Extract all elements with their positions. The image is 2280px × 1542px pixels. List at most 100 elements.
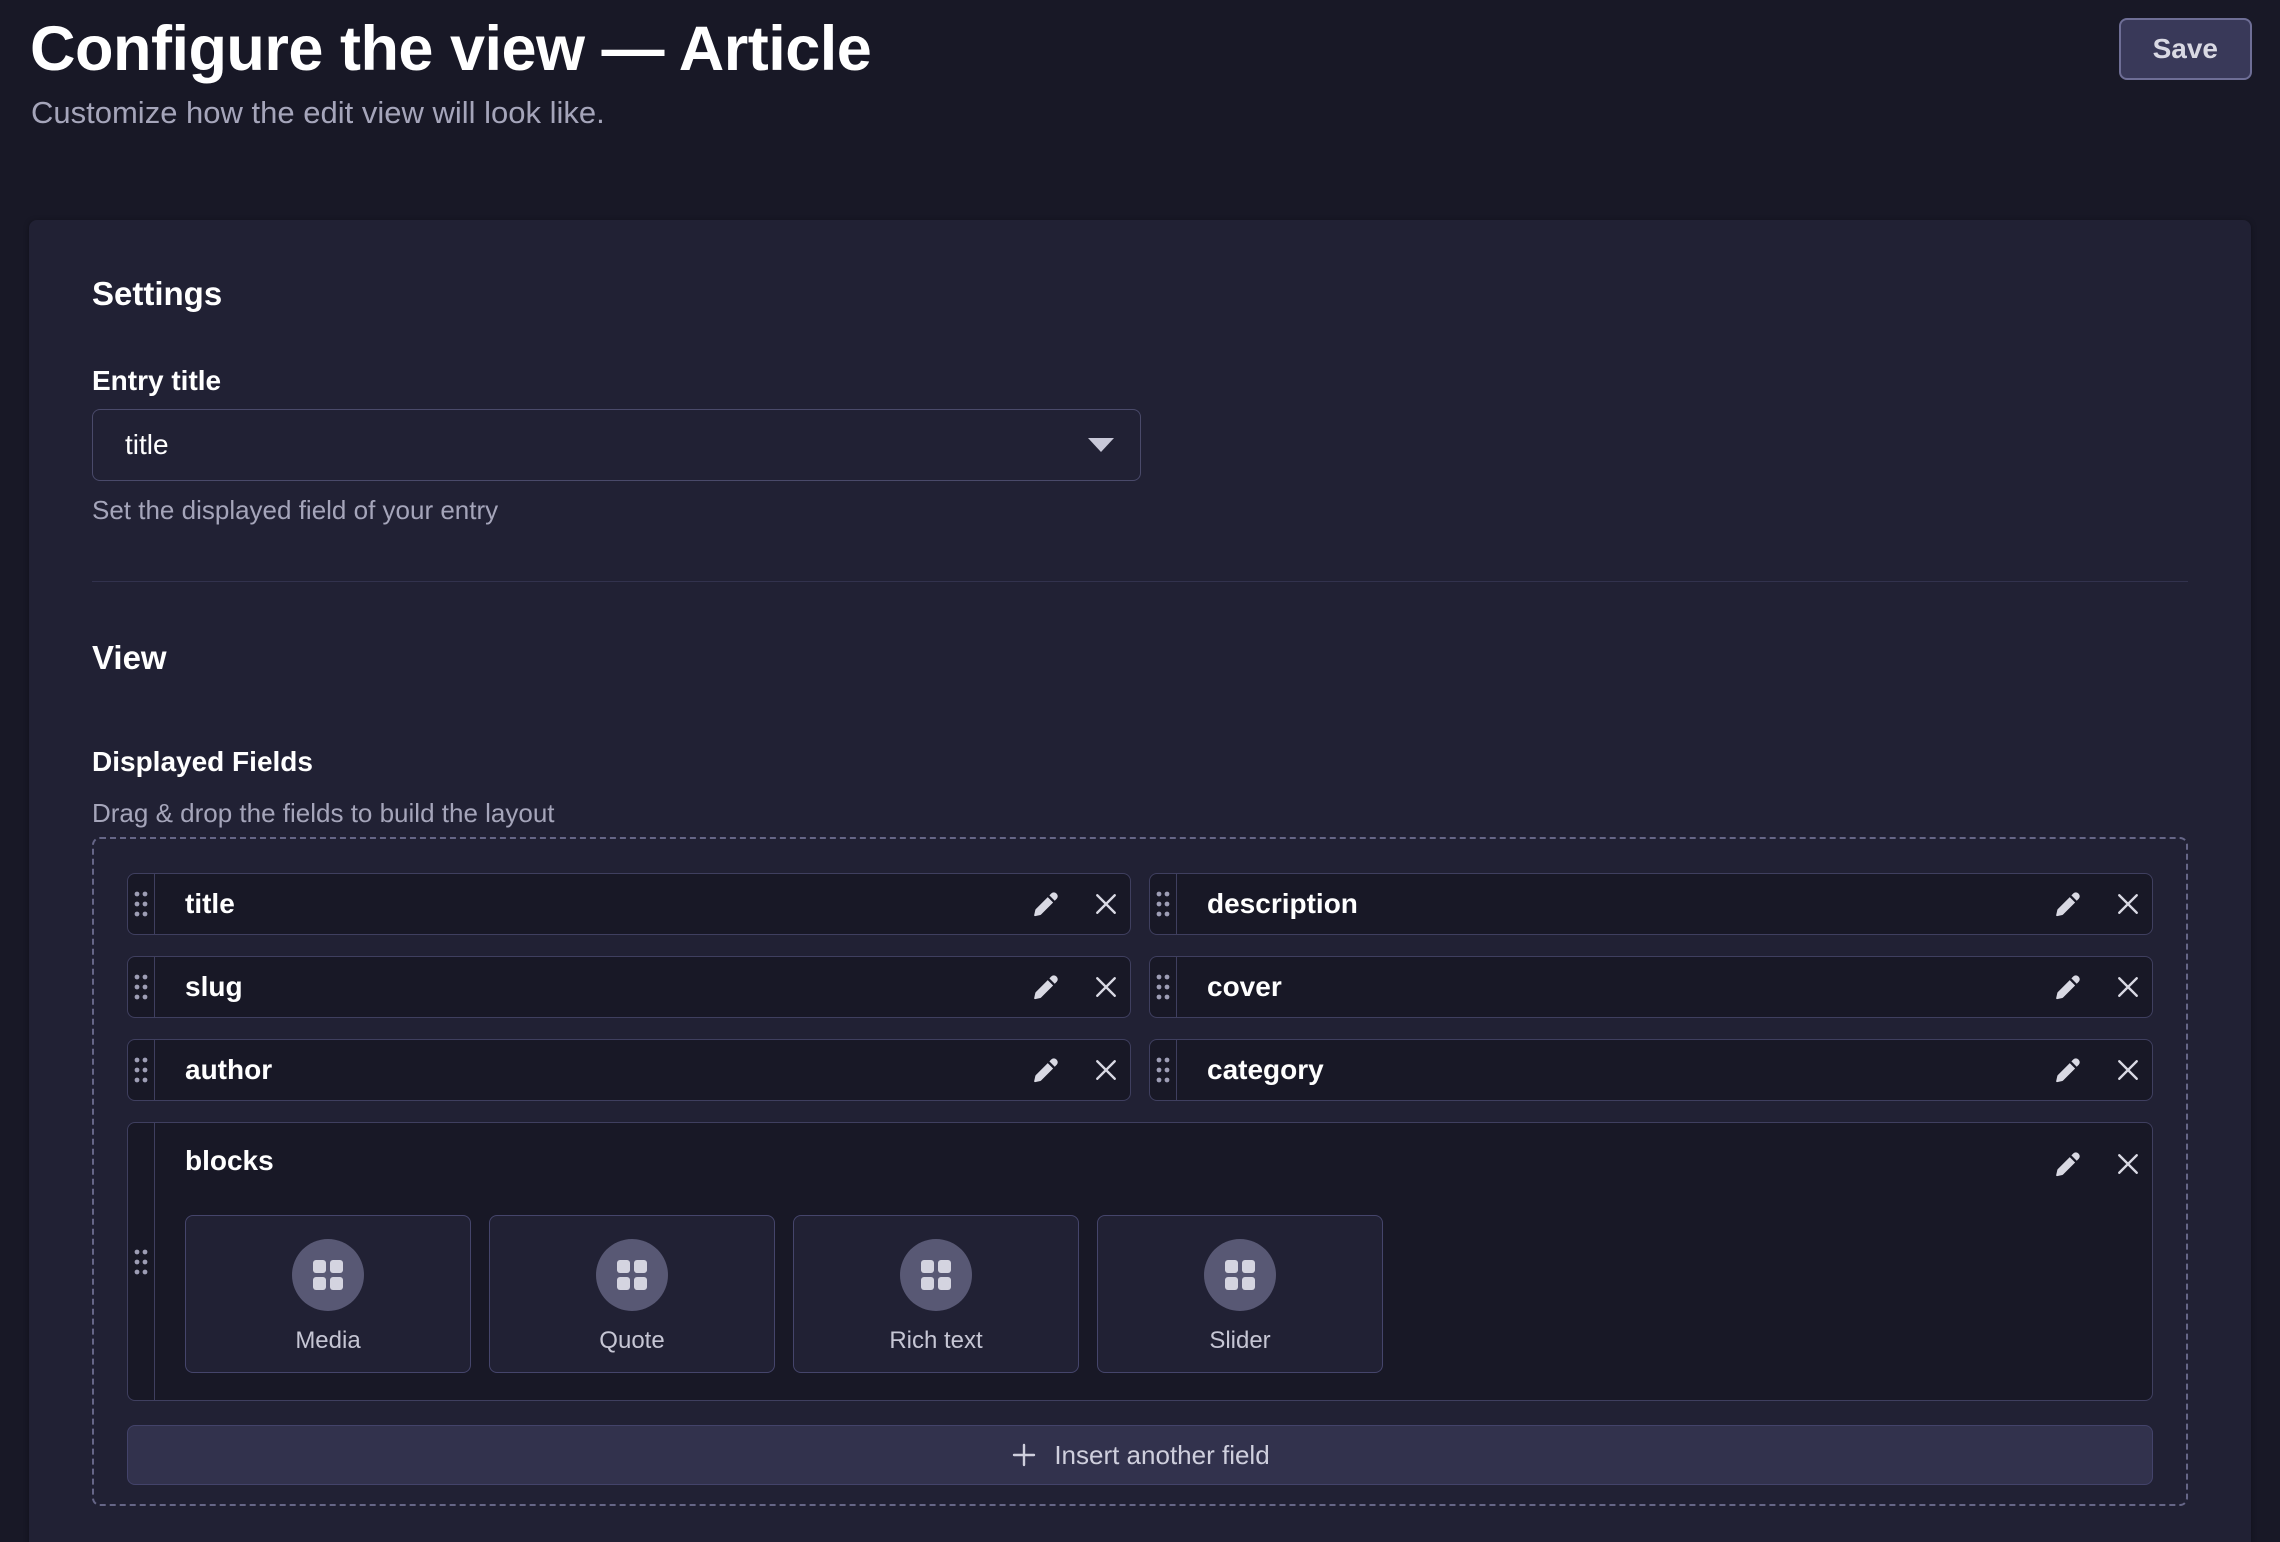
component-icon-circle	[900, 1239, 972, 1311]
drag-dots-icon	[131, 1246, 151, 1278]
field-row: cover	[1149, 956, 2153, 1018]
remove-field-button[interactable]	[1084, 882, 1128, 926]
pencil-icon	[2054, 973, 2082, 1001]
remove-field-button[interactable]	[2106, 965, 2150, 1009]
drag-dots-icon	[131, 971, 151, 1003]
drag-dots-icon	[1153, 888, 1173, 920]
close-icon	[2113, 972, 2143, 1002]
component-grid-icon	[313, 1260, 343, 1290]
component-grid-icon	[617, 1260, 647, 1290]
drag-handle[interactable]	[128, 874, 155, 934]
view-heading: View	[92, 639, 2188, 677]
remove-field-button[interactable]	[1084, 1048, 1128, 1092]
insert-another-field-button[interactable]: Insert another field	[127, 1425, 2153, 1485]
drag-dots-icon	[131, 888, 151, 920]
field-row-actions	[1024, 1040, 1130, 1100]
pencil-icon	[2054, 1150, 2082, 1178]
remove-field-button[interactable]	[2106, 1048, 2150, 1092]
configuration-panel: Settings Entry title title Set the displ…	[29, 220, 2251, 1542]
configure-view-page: Configure the view — Article Customize h…	[0, 0, 2280, 1542]
drag-handle[interactable]	[128, 957, 155, 1017]
field-row: title	[127, 873, 1131, 935]
drag-handle[interactable]	[1150, 874, 1177, 934]
field-name-label: category	[1177, 1040, 2046, 1100]
field-row-actions	[1024, 957, 1130, 1017]
entry-title-hint: Set the displayed field of your entry	[92, 495, 2188, 526]
edit-field-button[interactable]	[2046, 1142, 2090, 1186]
displayed-fields-hint: Drag & drop the fields to build the layo…	[92, 798, 2188, 829]
component-card[interactable]: Media	[185, 1215, 471, 1373]
page-header-text: Configure the view — Article Customize h…	[30, 16, 871, 131]
remove-field-button[interactable]	[1084, 965, 1128, 1009]
component-label: Quote	[599, 1327, 664, 1355]
page-header: Configure the view — Article Customize h…	[0, 0, 2280, 131]
dynamic-zone-content: blocks Media Quote	[155, 1123, 2046, 1400]
pencil-icon	[2054, 1056, 2082, 1084]
plus-icon	[1010, 1441, 1038, 1469]
dynamic-zone-name: blocks	[185, 1145, 2046, 1177]
insert-another-field-label: Insert another field	[1054, 1440, 1269, 1471]
close-icon	[2113, 1055, 2143, 1085]
component-grid-icon	[1225, 1260, 1255, 1290]
field-row-actions	[1024, 874, 1130, 934]
drag-handle[interactable]	[128, 1040, 155, 1100]
component-label: Slider	[1209, 1327, 1270, 1355]
drag-dots-icon	[1153, 1054, 1173, 1086]
field-row: category	[1149, 1039, 2153, 1101]
field-name-label: cover	[1177, 957, 2046, 1017]
edit-field-button[interactable]	[1024, 882, 1068, 926]
drag-dots-icon	[131, 1054, 151, 1086]
field-row: author	[127, 1039, 1131, 1101]
component-card[interactable]: Rich text	[793, 1215, 1079, 1373]
edit-field-button[interactable]	[2046, 965, 2090, 1009]
remove-field-button[interactable]	[2106, 882, 2150, 926]
component-label: Media	[295, 1327, 360, 1355]
edit-field-button[interactable]	[2046, 1048, 2090, 1092]
dynamic-zone-row: blocks Media Quote	[127, 1122, 2153, 1401]
dynamic-zone-actions	[2046, 1123, 2152, 1400]
fields-dropzone: title description	[92, 837, 2188, 1506]
field-name-label: slug	[155, 957, 1024, 1017]
component-card[interactable]: Slider	[1097, 1215, 1383, 1373]
drag-handle[interactable]	[128, 1123, 155, 1400]
edit-field-button[interactable]	[2046, 882, 2090, 926]
page-subtitle: Customize how the edit view will look li…	[31, 95, 871, 131]
drag-handle[interactable]	[1150, 957, 1177, 1017]
component-grid-icon	[921, 1260, 951, 1290]
field-row-actions	[2046, 1040, 2152, 1100]
close-icon	[1091, 1055, 1121, 1085]
components-list: Media Quote Rich text	[185, 1215, 2046, 1373]
component-card[interactable]: Quote	[489, 1215, 775, 1373]
close-icon	[2113, 1149, 2143, 1179]
field-name-label: title	[155, 874, 1024, 934]
pencil-icon	[2054, 890, 2082, 918]
entry-title-label: Entry title	[92, 365, 2188, 397]
field-row: description	[1149, 873, 2153, 935]
remove-field-button[interactable]	[2106, 1142, 2150, 1186]
component-icon-circle	[596, 1239, 668, 1311]
page-title: Configure the view — Article	[30, 16, 871, 82]
pencil-icon	[1032, 890, 1060, 918]
field-row: slug	[127, 956, 1131, 1018]
component-icon-circle	[1204, 1239, 1276, 1311]
drag-handle[interactable]	[1150, 1040, 1177, 1100]
field-name-label: description	[1177, 874, 2046, 934]
close-icon	[1091, 972, 1121, 1002]
component-icon-circle	[292, 1239, 364, 1311]
fields-grid: title description	[127, 873, 2153, 1401]
field-name-label: author	[155, 1040, 1024, 1100]
settings-heading: Settings	[92, 275, 2188, 313]
pencil-icon	[1032, 1056, 1060, 1084]
entry-title-select[interactable]: title	[92, 409, 1141, 481]
close-icon	[2113, 889, 2143, 919]
section-divider	[92, 581, 2188, 582]
entry-title-select-value: title	[125, 429, 169, 461]
edit-field-button[interactable]	[1024, 1048, 1068, 1092]
save-button[interactable]: Save	[2119, 18, 2252, 80]
pencil-icon	[1032, 973, 1060, 1001]
close-icon	[1091, 889, 1121, 919]
component-label: Rich text	[889, 1327, 982, 1355]
edit-field-button[interactable]	[1024, 965, 1068, 1009]
drag-dots-icon	[1153, 971, 1173, 1003]
chevron-down-icon	[1088, 438, 1114, 452]
